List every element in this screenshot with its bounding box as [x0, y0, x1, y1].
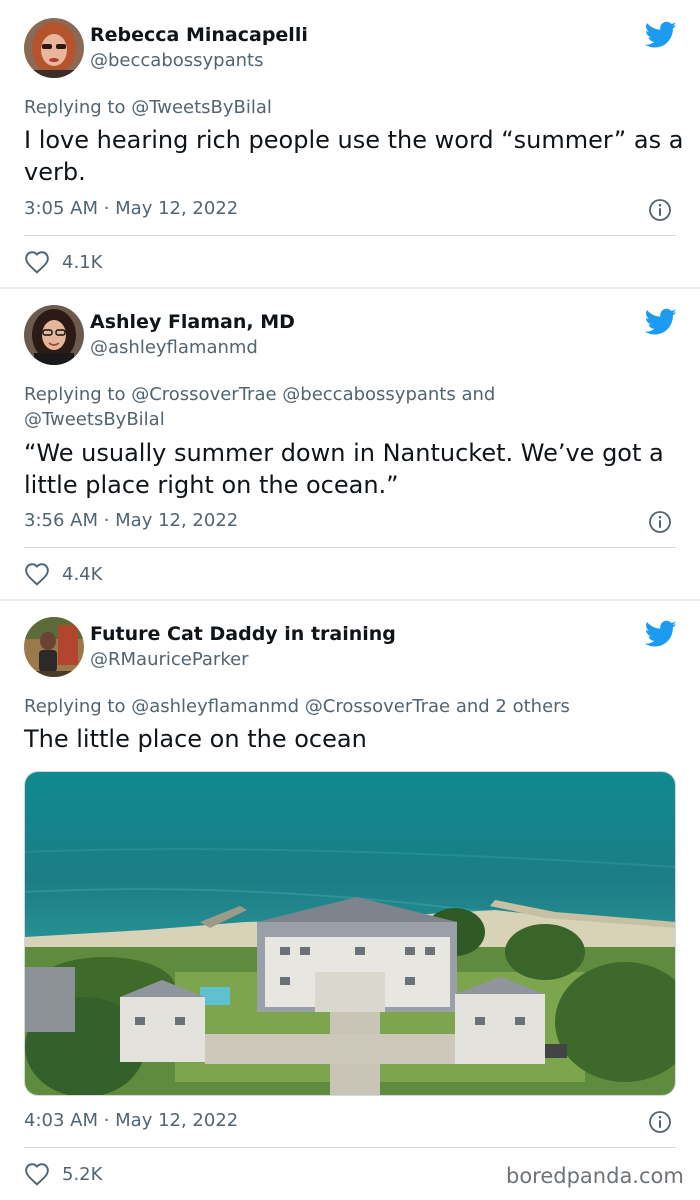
reply-prefix: Replying to: [24, 97, 126, 118]
author-handle[interactable]: @RMauriceParker: [90, 649, 249, 670]
author-handle[interactable]: @beccabossypants: [90, 50, 263, 71]
heart-icon: [25, 563, 49, 586]
reply-mentions[interactable]: @TweetsByBilal: [131, 97, 272, 118]
like-count: 4.4K: [62, 563, 103, 585]
watermark: boredpanda.com: [506, 1164, 684, 1188]
avatar[interactable]: [24, 305, 84, 365]
twitter-bird-icon[interactable]: [644, 620, 677, 648]
reply-prefix: Replying to: [24, 696, 126, 717]
like-button[interactable]: 5.2K: [24, 1161, 102, 1187]
like-button[interactable]: 4.4K: [24, 561, 102, 587]
reply-prefix: Replying to: [24, 384, 126, 405]
tweet-text: The little place on the ocean: [24, 725, 367, 753]
divider: [24, 547, 676, 548]
tweet-card: Ashley Flaman, MD @ashleyflamanmd Replyi…: [0, 289, 700, 599]
reply-mentions[interactable]: @ashleyflamanmd @CrossoverTrae and 2 oth…: [131, 696, 570, 717]
author-handle[interactable]: @ashleyflamanmd: [90, 337, 258, 358]
tweet-photo[interactable]: [24, 771, 676, 1096]
heart-icon: [25, 1163, 49, 1186]
tweet-text: “We usually summer down in Nantucket. We…: [24, 439, 664, 499]
info-icon[interactable]: [648, 1110, 672, 1134]
divider: [24, 235, 676, 236]
timestamp[interactable]: 4:03 AM · May 12, 2022: [24, 1110, 238, 1131]
author-name[interactable]: Future Cat Daddy in training: [90, 623, 396, 645]
avatar[interactable]: [24, 18, 84, 78]
tweet-card: Future Cat Daddy in training @RMauricePa…: [0, 601, 700, 1200]
avatar[interactable]: [24, 617, 84, 677]
timestamp[interactable]: 3:56 AM · May 12, 2022: [24, 510, 238, 531]
like-count: 4.1K: [62, 251, 103, 273]
timestamp[interactable]: 3:05 AM · May 12, 2022: [24, 198, 238, 219]
info-icon[interactable]: [648, 198, 672, 222]
info-icon[interactable]: [648, 510, 672, 534]
twitter-bird-icon[interactable]: [644, 308, 677, 336]
author-name[interactable]: Rebecca Minacapelli: [90, 24, 308, 46]
like-button[interactable]: 4.1K: [24, 249, 102, 275]
author-name[interactable]: Ashley Flaman, MD: [90, 311, 295, 333]
reply-context: Replying to @TweetsByBilal: [24, 95, 624, 120]
tweet-card: Rebecca Minacapelli @beccabossypants Rep…: [0, 0, 700, 287]
like-count: 5.2K: [62, 1163, 103, 1185]
divider: [24, 1147, 676, 1148]
reply-context: Replying to @ashleyflamanmd @CrossoverTr…: [24, 694, 674, 719]
twitter-bird-icon[interactable]: [644, 21, 677, 49]
tweet-text: I love hearing rich people use the word …: [24, 126, 684, 186]
heart-icon: [25, 251, 49, 274]
reply-context: Replying to @CrossoverTrae @beccabossypa…: [24, 382, 544, 432]
